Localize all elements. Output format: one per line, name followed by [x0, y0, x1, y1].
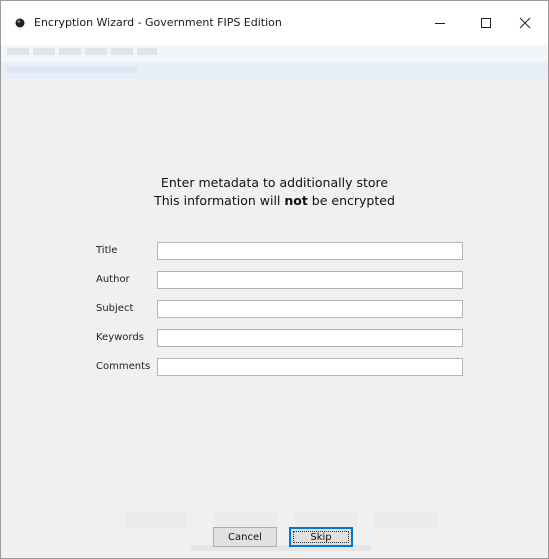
comments-field[interactable] — [157, 358, 463, 376]
keywords-label: Keywords — [96, 332, 144, 343]
focus-indicator — [293, 531, 349, 543]
menu-items-obscured — [7, 48, 157, 55]
minimize-icon — [435, 23, 445, 24]
window-title: Encryption Wizard - Government FIPS Edit… — [34, 16, 282, 29]
keywords-field[interactable] — [157, 329, 463, 347]
encryption-notice: This information will not be encrypted — [1, 193, 548, 208]
toolbar-obscured — [1, 62, 548, 79]
comments-label: Comments — [96, 361, 151, 372]
cancel-button[interactable]: Cancel — [213, 527, 277, 547]
instruction-heading: Enter metadata to additionally store — [160, 175, 389, 190]
subject-field[interactable] — [157, 300, 463, 318]
obscured-button — [125, 511, 187, 529]
toolbar-text-obscured — [7, 67, 137, 73]
notice-emphasis: not — [284, 193, 308, 208]
obscured-button — [375, 511, 437, 529]
maximize-icon — [481, 18, 491, 28]
title-field[interactable] — [157, 242, 463, 260]
notice-suffix: be encrypted — [307, 193, 395, 208]
metadata-panel: Enter metadata to additionally store Thi… — [1, 79, 548, 558]
subject-label: Subject — [96, 303, 134, 314]
title-label: Title — [96, 245, 118, 256]
app-icon — [15, 18, 25, 28]
app-window: Encryption Wizard - Government FIPS Edit… — [0, 0, 549, 559]
notice-prefix: This information will — [154, 193, 285, 208]
close-button[interactable] — [502, 1, 548, 45]
author-field[interactable] — [157, 271, 463, 289]
title-bar[interactable]: Encryption Wizard - Government FIPS Edit… — [1, 1, 548, 45]
skip-button[interactable]: Skip — [289, 527, 353, 547]
minimize-button[interactable] — [417, 1, 463, 45]
menu-bar-obscured — [1, 45, 548, 62]
author-label: Author — [96, 274, 130, 285]
close-icon — [519, 17, 531, 29]
